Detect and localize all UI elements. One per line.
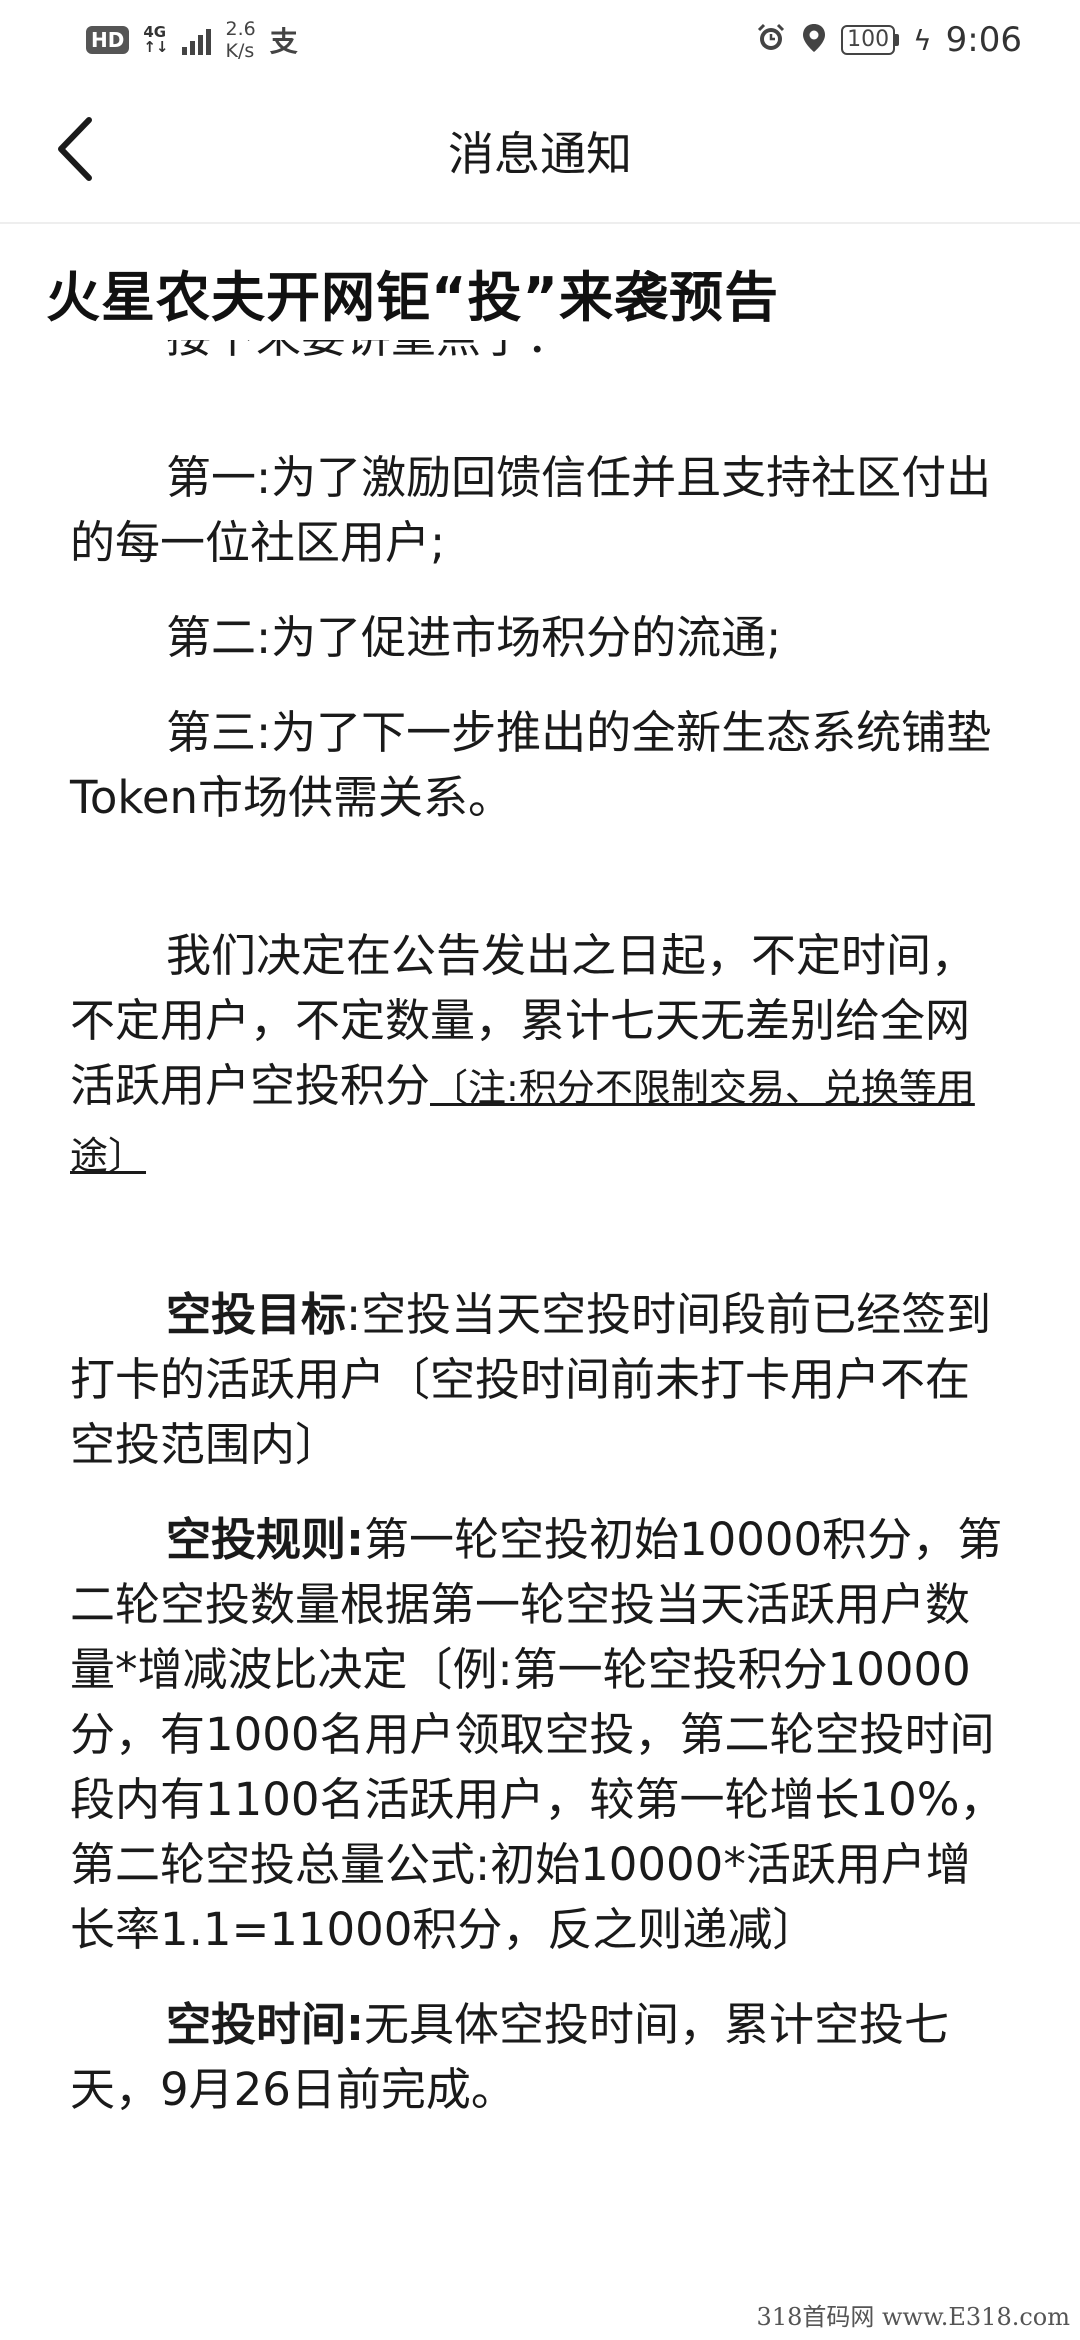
status-right: 100 ϟ 9:06 [755, 20, 1022, 60]
paragraph-airdrop-rules: 空投规则:第一轮空投初始10000积分，第二轮空投数量根据第一轮空投当天活跃用户… [70, 1507, 1010, 1962]
battery-level: 100 [841, 25, 896, 55]
network-speed: 2.6 K/s [225, 18, 255, 62]
clock: 9:06 [945, 20, 1022, 60]
alarm-icon [755, 22, 787, 58]
alipay-icon: 支 [269, 25, 298, 58]
location-icon [801, 22, 827, 58]
charging-icon: ϟ [913, 23, 932, 57]
paragraph-first-reason: 第一:为了激励回馈信任并且支持社区付出的每一位社区用户; [70, 451, 992, 569]
article-body[interactable]: 第一:为了激励回馈信任并且支持社区付出的每一位社区用户; 第二:为了促进市场积分… [70, 350, 1010, 2122]
toolbar: 消息通知 [0, 80, 1080, 224]
network-speed-value: 2.6 [225, 18, 256, 40]
network-type-indicator: 4G ↑↓ [143, 25, 168, 55]
status-left: HD 4G ↑↓ 2.6 K/s 支 [86, 18, 298, 62]
paragraph-third-reason: 第三:为了下一步推出的全新生态系统铺垫Token市场供需关系。 [70, 706, 992, 824]
article-title: 火星农夫开网钜“投”来袭预告 [46, 266, 779, 329]
airdrop-target-label: 空投目标 [166, 1288, 347, 1341]
network-activity-arrows: ↑↓ [143, 38, 169, 56]
airdrop-rules-text: 第一轮空投初始10000积分，第二轮空投数量根据第一轮空投当天活跃用户数量*增减… [70, 1513, 1005, 1956]
paragraph-airdrop-time: 空投时间:无具体空投时间，累计空投七天，9月26日前完成。 [70, 1992, 1010, 2122]
paragraph-airdrop-target: 空投目标:空投当天空投时间段前已经签到打卡的活跃用户〔空投时间前未打卡用户不在空… [70, 1282, 1010, 1477]
watermark: 318首码网 www.E318.com [756, 2303, 1070, 2331]
signal-icon [182, 25, 212, 55]
page-title: 消息通知 [448, 127, 632, 181]
airdrop-rules-label: 空投规则: [166, 1513, 364, 1566]
paragraph-second-reason: 第二:为了促进市场积分的流通; [166, 611, 782, 664]
status-bar: HD 4G ↑↓ 2.6 K/s 支 100 ϟ 9:06 [0, 0, 1080, 80]
battery-icon: 100 [841, 25, 900, 55]
paragraph-announcement: 我们决定在公告发出之日起，不定时间，不定用户，不定数量，累计七天无差别给全网活跃… [70, 923, 1010, 1189]
hd-badge: HD [86, 26, 130, 54]
network-speed-unit: K/s [225, 40, 255, 62]
airdrop-time-label: 空投时间: [166, 1998, 364, 2051]
